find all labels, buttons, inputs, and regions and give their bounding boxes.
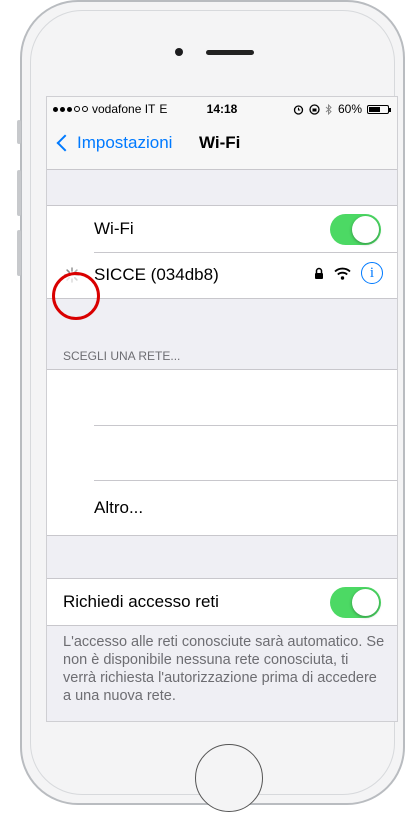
- ask-join-toggle[interactable]: [330, 587, 381, 618]
- page-title: Wi-Fi: [199, 133, 241, 152]
- other-network-label: Altro...: [94, 498, 144, 517]
- network-status-icons: i: [314, 262, 383, 284]
- status-bar: vodafone IT E 14:18 60%: [47, 97, 397, 119]
- home-button[interactable]: [195, 744, 263, 812]
- networks-list: Altro...: [47, 369, 397, 536]
- status-right: 60%: [293, 102, 391, 116]
- volume-up-button: [17, 170, 21, 216]
- screen: vodafone IT E 14:18 60% Impostazioni Wi-…: [46, 96, 398, 722]
- volume-down-button: [17, 230, 21, 276]
- info-icon[interactable]: i: [361, 262, 383, 284]
- battery-percentage: 60%: [337, 102, 362, 116]
- orientation-lock-icon: [309, 103, 320, 115]
- ask-join-group: Richiedi accesso reti: [47, 578, 397, 626]
- wifi-label: Wi-Fi: [94, 219, 134, 238]
- list-item[interactable]: [47, 370, 397, 425]
- chevron-left-icon: [56, 134, 74, 152]
- mute-switch: [17, 120, 21, 144]
- back-label: Impostazioni: [77, 133, 173, 152]
- choose-network-header: SCEGLI UNA RETE...: [63, 349, 181, 363]
- alarm-icon: [293, 104, 304, 115]
- navigation-bar: Impostazioni Wi-Fi: [47, 119, 397, 170]
- wifi-signal-icon: [334, 267, 351, 280]
- ask-join-label: Richiedi accesso reti: [63, 592, 219, 611]
- earpiece-speaker: [206, 50, 254, 55]
- ask-join-row: Richiedi accesso reti: [47, 579, 397, 625]
- battery-icon: [367, 104, 391, 114]
- other-network-row[interactable]: Altro...: [47, 480, 397, 535]
- wifi-group: Wi-Fi SICCE (034db8) i: [47, 205, 397, 299]
- network-name: SICCE (034db8): [94, 265, 219, 284]
- list-item[interactable]: [47, 425, 397, 480]
- bluetooth-icon: [325, 103, 332, 115]
- lock-icon: [315, 267, 323, 279]
- highlight-circle: [52, 272, 100, 320]
- back-button[interactable]: Impostazioni: [55, 133, 172, 153]
- ask-join-footer: L'accesso alle reti conosciute sarà auto…: [63, 634, 385, 704]
- wifi-toggle-row: Wi-Fi: [47, 206, 397, 252]
- front-camera: [175, 48, 183, 56]
- wifi-toggle[interactable]: [330, 214, 381, 245]
